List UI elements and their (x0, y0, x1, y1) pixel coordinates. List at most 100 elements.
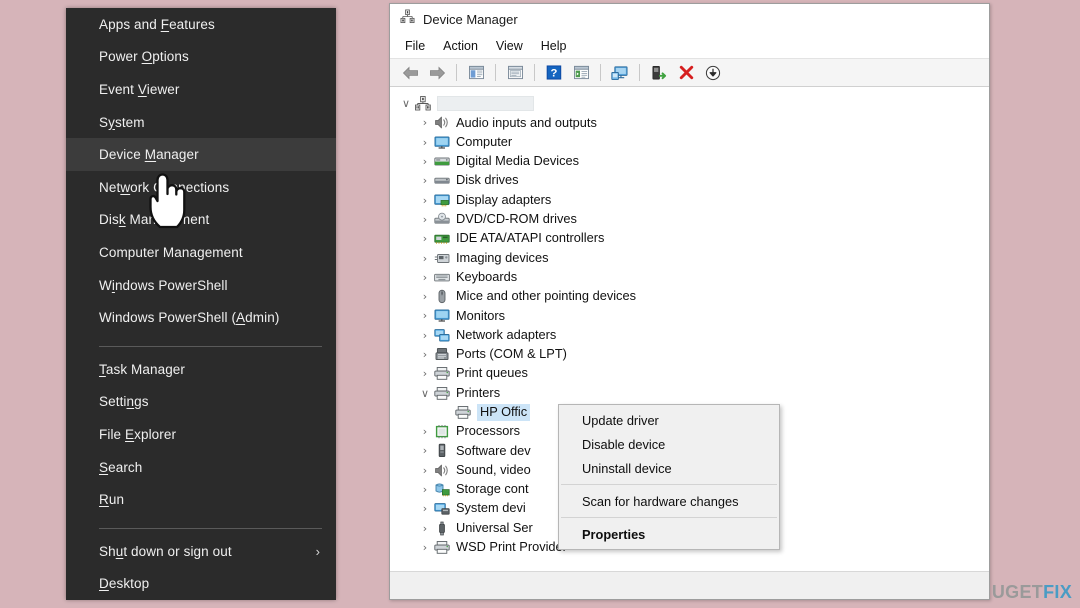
tree-item-disk-drives[interactable]: › Disk drives (390, 171, 989, 190)
tree-item-label: WSD Print Provider (456, 539, 567, 555)
back-button[interactable] (398, 62, 422, 84)
winx-menu-item-windows-powershell[interactable]: Windows PowerShell (66, 269, 336, 302)
tree-item-mice-and-other-pointing-devices[interactable]: › Mice and other pointing devices (390, 287, 989, 306)
printer-icon (454, 404, 472, 420)
context-menu-item-uninstall-device[interactable]: Uninstall device (559, 456, 779, 480)
media-device-icon (433, 154, 451, 170)
menu-group-spacer (66, 334, 336, 340)
winx-menu-item-label: Search (99, 459, 143, 475)
tree-item-monitors[interactable]: › Monitors (390, 306, 989, 325)
winx-menu-item-label: Power Options (99, 49, 189, 65)
tree-item-audio-inputs-and-outputs[interactable]: › Audio inputs and outputs (390, 113, 989, 132)
tree-item-network-adapters[interactable]: › Network adapters (390, 326, 989, 345)
properties-button[interactable] (503, 62, 527, 84)
tree-item-ports-com-lpt[interactable]: › Ports (COM & LPT) (390, 345, 989, 364)
chevron-right-icon[interactable]: › (417, 116, 433, 129)
tree-item-computer[interactable]: › Computer (390, 133, 989, 152)
update-driver-button[interactable] (647, 62, 671, 84)
chevron-right-icon[interactable]: › (417, 194, 433, 207)
tree-root-node[interactable]: ∨ (390, 94, 989, 113)
tree-item-display-adapters[interactable]: › Display adapters (390, 190, 989, 209)
tree-item-label: Storage cont (456, 481, 529, 497)
device-manager-titlebar: Device Manager (390, 4, 989, 34)
scan-hardware-changes-button[interactable] (608, 62, 632, 84)
context-menu-item-disable-device[interactable]: Disable device (559, 432, 779, 456)
winx-menu-item-shut-down-or-sign-out[interactable]: Shut down or sign out › (66, 535, 336, 568)
disable-device-button[interactable] (701, 62, 725, 84)
menu-action[interactable]: Action (434, 36, 487, 56)
winx-menu-item-file-explorer[interactable]: File Explorer (66, 418, 336, 451)
forward-button[interactable] (425, 62, 449, 84)
menu-view[interactable]: View (487, 36, 532, 56)
winx-menu-item-desktop[interactable]: Desktop (66, 567, 336, 600)
winx-menu-item-apps-and-features[interactable]: Apps and Features (66, 8, 336, 41)
device-manager-statusbar (390, 571, 989, 599)
winx-menu-item-label: Computer Management (99, 244, 243, 260)
winx-menu-item-device-manager[interactable]: Device Manager (66, 138, 336, 171)
chevron-right-icon[interactable]: › (417, 252, 433, 265)
chevron-right-icon[interactable]: › (417, 522, 433, 535)
chevron-right-icon[interactable]: › (417, 213, 433, 226)
chevron-right-icon[interactable]: › (417, 541, 433, 554)
tree-item-ide-ata-atapi-controllers[interactable]: › IDE ATA/ATAPI controllers (390, 229, 989, 248)
chevron-right-icon[interactable]: › (417, 425, 433, 438)
winx-menu-item-network-connections[interactable]: Network Connections (66, 171, 336, 204)
chevron-right-icon[interactable]: › (417, 155, 433, 168)
chevron-right-icon[interactable]: › (417, 367, 433, 380)
menu-file[interactable]: File (396, 36, 434, 56)
device-manager-toolbar: ? (390, 59, 989, 87)
chevron-right-icon[interactable]: › (417, 136, 433, 149)
chevron-right-icon[interactable]: › (417, 464, 433, 477)
chevron-right-icon[interactable]: › (417, 502, 433, 515)
menu-help[interactable]: Help (532, 36, 576, 56)
tree-item-dvd-cd-rom-drives[interactable]: › DVD/CD-ROM drives (390, 210, 989, 229)
chevron-right-icon[interactable]: › (417, 271, 433, 284)
winx-menu-item-settings[interactable]: Settings (66, 386, 336, 419)
show-hide-action-pane-button[interactable] (569, 62, 593, 84)
winx-menu-item-power-options[interactable]: Power Options (66, 41, 336, 74)
toolbar-separator-icon (600, 64, 601, 81)
winx-menu-item-label: Event Viewer (99, 81, 180, 97)
winx-menu-item-event-viewer[interactable]: Event Viewer (66, 73, 336, 106)
chevron-right-icon: › (315, 543, 320, 559)
tree-item-label: Software dev (456, 442, 531, 458)
keyboard-icon (433, 269, 451, 285)
watermark-logo: UGETFIX (992, 582, 1072, 603)
winx-menu-item-system[interactable]: System (66, 106, 336, 139)
watermark-part-2: E (1019, 582, 1032, 602)
winx-menu-item-label: System (99, 114, 145, 130)
tree-item-print-queues[interactable]: › Print queues (390, 364, 989, 383)
winx-power-user-menu: Apps and Features Power Options Event View… (66, 8, 336, 600)
chevron-right-icon[interactable]: › (417, 232, 433, 245)
winx-menu-item-windows-powershell-admin[interactable]: Windows PowerShell (Admin) (66, 301, 336, 334)
chevron-right-icon[interactable]: › (417, 290, 433, 303)
tree-item-keyboards[interactable]: › Keyboards (390, 268, 989, 287)
chevron-down-icon[interactable]: ∨ (398, 97, 414, 110)
winx-menu-item-search[interactable]: Search (66, 451, 336, 484)
chevron-right-icon[interactable]: › (417, 329, 433, 342)
context-menu-item-properties[interactable]: Properties (559, 522, 779, 546)
chevron-right-icon[interactable]: › (417, 348, 433, 361)
chevron-right-icon[interactable]: › (417, 483, 433, 496)
winx-menu-item-label: Windows PowerShell (Admin) (99, 310, 280, 326)
show-hide-console-tree-button[interactable] (464, 62, 488, 84)
uninstall-device-button[interactable] (674, 62, 698, 84)
monitor-icon (433, 308, 451, 324)
chevron-right-icon[interactable]: › (417, 444, 433, 457)
winx-menu-item-disk-management[interactable]: Disk Management (66, 204, 336, 237)
speaker-icon (433, 115, 451, 131)
winx-menu-item-computer-management[interactable]: Computer Management (66, 236, 336, 269)
tree-item-label: HP Offic (477, 404, 531, 421)
winx-menu-item-run[interactable]: Run (66, 483, 336, 516)
tree-item-printers[interactable]: ∨ Printers (390, 383, 989, 402)
chevron-down-icon[interactable]: ∨ (417, 387, 433, 400)
chevron-right-icon[interactable]: › (417, 174, 433, 187)
chevron-right-icon[interactable]: › (417, 309, 433, 322)
help-button[interactable]: ? (542, 62, 566, 84)
svg-text:?: ? (550, 67, 557, 79)
context-menu-item-update-driver[interactable]: Update driver (559, 408, 779, 432)
tree-item-digital-media-devices[interactable]: › Digital Media Devices (390, 152, 989, 171)
tree-item-imaging-devices[interactable]: › Imaging devices (390, 248, 989, 267)
context-menu-item-scan-for-hardware-changes[interactable]: Scan for hardware changes (559, 489, 779, 513)
winx-menu-item-task-manager[interactable]: Task Manager (66, 353, 336, 386)
